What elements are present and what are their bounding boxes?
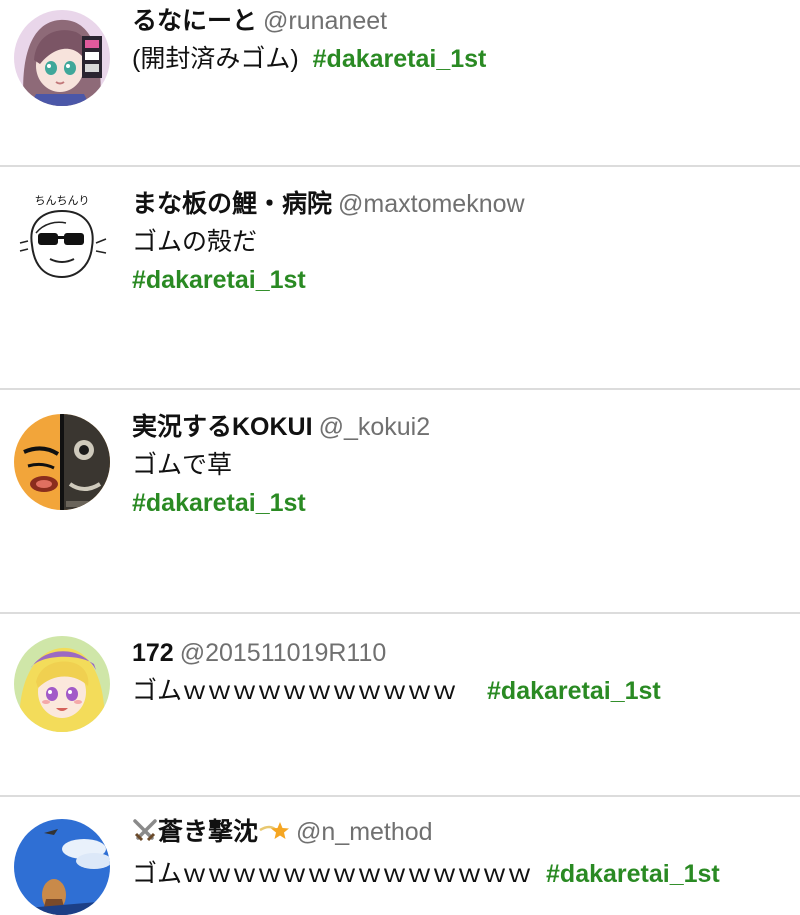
user-handle[interactable]: @_kokui2: [319, 413, 431, 441]
shooting-star-icon: [258, 818, 290, 851]
hashtag-link[interactable]: #dakaretai_1st: [132, 265, 790, 295]
tweet-item[interactable]: 172 @201511019R110 ゴムｗｗｗｗｗｗｗｗｗｗｗ #dakareta…: [0, 614, 800, 794]
tweet-text: ゴムｗｗｗｗｗｗｗｗｗｗｗ: [132, 677, 458, 705]
avatar-image-split-face: [14, 414, 110, 510]
tweet-item[interactable]: ちんちんり まな板の鯉・病院 @maxtomeknow ゴムの殻だ #dakare…: [0, 167, 800, 389]
tweet-item[interactable]: 実況するKOKUI @_kokui2 ゴムで草 #dakaretai_1st: [0, 390, 800, 612]
tweet-text: ゴムの殻だ: [132, 228, 258, 256]
tweet-header: 172 @201511019R110: [132, 638, 790, 668]
avatar-image-blonde-girl: [14, 636, 110, 732]
tweet-header: まな板の鯉・病院 @maxtomeknow: [132, 189, 790, 219]
display-name[interactable]: るなにーと: [132, 7, 257, 35]
user-handle[interactable]: @n_method: [296, 818, 433, 846]
avatar-image-anime-girl: [14, 10, 110, 106]
hashtag-link[interactable]: #dakaretai_1st: [313, 45, 487, 73]
user-handle[interactable]: @runaneet: [263, 7, 387, 35]
tweet-text-line: ゴムｗｗｗｗｗｗｗｗｗｗｗｗｗｗ #dakaretai_1st: [132, 859, 790, 889]
tweet-text-line: ゴムｗｗｗｗｗｗｗｗｗｗｗ #dakaretai_1st: [132, 676, 790, 706]
tweet-header: 蒼き撃沈 @n_method: [132, 817, 790, 851]
avatar[interactable]: [14, 819, 110, 915]
user-handle[interactable]: @201511019R110: [180, 639, 387, 667]
tweet-text: ゴムｗｗｗｗｗｗｗｗｗｗｗｗｗｗ: [132, 860, 533, 888]
tweet-text: (開封済みゴム): [132, 45, 299, 73]
hashtag-link[interactable]: #dakaretai_1st: [487, 677, 661, 705]
tweet-header: るなにーと @runaneet: [132, 6, 790, 36]
tweet-item[interactable]: るなにーと @runaneet (開封済みゴム) #dakaretai_1st: [0, 0, 800, 166]
tweet-text: ゴムで草: [132, 451, 233, 479]
avatar-image-sky-scene: [14, 819, 110, 915]
avatar[interactable]: [14, 10, 110, 106]
hashtag-link[interactable]: #dakaretai_1st: [132, 488, 790, 518]
tweet-feed: るなにーと @runaneet (開封済みゴム) #dakaretai_1st ちん…: [0, 0, 800, 915]
avatar[interactable]: [14, 636, 110, 732]
avatar[interactable]: ちんちんり: [14, 187, 110, 283]
avatar-image-sunglasses-sketch: ちんちんり: [14, 187, 110, 283]
display-name[interactable]: 実況するKOKUI: [132, 413, 313, 441]
avatar[interactable]: [14, 414, 110, 510]
user-handle[interactable]: @maxtomeknow: [338, 190, 525, 218]
display-name[interactable]: 蒼き撃沈: [158, 818, 258, 846]
hashtag-link[interactable]: #dakaretai_1st: [546, 860, 720, 888]
crossed-swords-icon: [132, 818, 158, 851]
avatar-caption: ちんちんり: [35, 194, 90, 207]
display-name[interactable]: まな板の鯉・病院: [132, 190, 332, 218]
tweet-header: 実況するKOKUI @_kokui2: [132, 412, 790, 442]
tweet-item[interactable]: 蒼き撃沈 @n_method ゴムｗｗｗｗｗｗｗｗｗｗｗｗｗｗ #dakareta…: [0, 797, 800, 915]
tweet-text-line: (開封済みゴム) #dakaretai_1st: [132, 44, 790, 74]
display-name[interactable]: 172: [132, 639, 174, 667]
